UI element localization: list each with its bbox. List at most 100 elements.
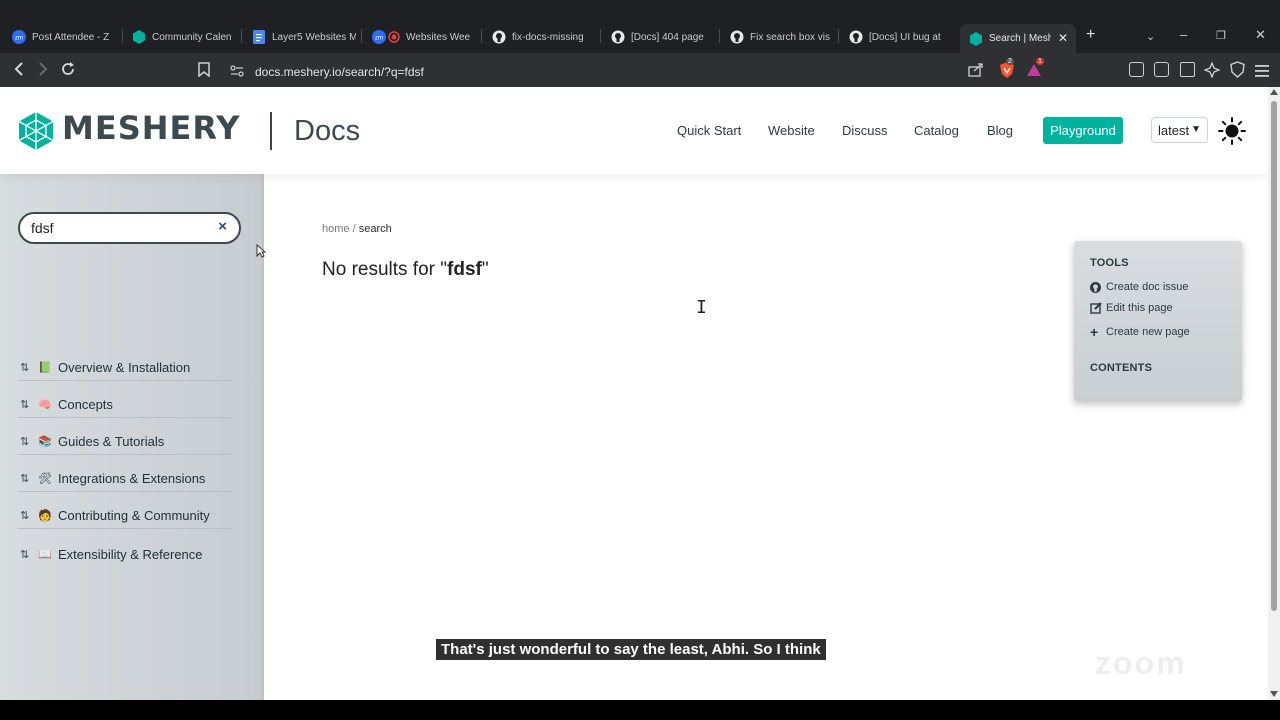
tab-search-meshery-active[interactable]: Search | Mesh ✕ (960, 24, 1076, 53)
svg-text:zm: zm (15, 36, 23, 42)
tool-link-label: Create doc issue (1106, 281, 1189, 293)
site-settings-icon[interactable] (230, 64, 244, 82)
minimize-window-button[interactable]: – (1180, 27, 1187, 42)
no-results-message: No results for "fdsf" (322, 259, 489, 281)
page-scrollbar[interactable] (1268, 87, 1280, 700)
github-icon (1090, 281, 1106, 293)
forward-arrow-icon[interactable] (36, 61, 50, 81)
nav-blog[interactable]: Blog (987, 123, 1013, 138)
address-bar[interactable]: docs.meshery.io/search/?q=fdsf 2 1 (190, 56, 1050, 84)
tab-websites-weekly[interactable]: zm Websites Wee (372, 26, 472, 48)
new-tab-button[interactable]: + (1086, 26, 1095, 44)
tool-link-label: Create new page (1106, 326, 1190, 338)
tab-title: Community Calen (152, 31, 232, 43)
breadcrumb-separator: / (352, 223, 356, 235)
expand-toggle-icon[interactable]: ⇅ (20, 398, 38, 411)
tab-separator (241, 29, 242, 43)
tab-title: Fix search box vis (750, 31, 830, 43)
extensions-icon[interactable] (1129, 62, 1144, 77)
nav-catalog[interactable]: Catalog (914, 123, 959, 138)
docs-title[interactable]: Docs (294, 115, 360, 148)
wallet-icon[interactable] (1180, 62, 1195, 77)
sidebar-item-label: Extensibility & Reference (58, 546, 203, 562)
vpn-shield-icon[interactable] (1230, 61, 1245, 83)
close-tab-icon[interactable]: ✕ (1058, 31, 1068, 45)
tab-docs-ui-bug[interactable]: [Docs] UI bug at (849, 26, 949, 48)
scroll-thumb[interactable] (1271, 101, 1277, 611)
search-query: fdsf (447, 259, 482, 280)
expand-toggle-icon[interactable]: ⇅ (20, 472, 38, 485)
scroll-up-icon[interactable] (1270, 89, 1278, 95)
breadcrumb: home / search (322, 223, 392, 235)
page-viewport: MESHERY Docs Quick Start Website Discuss… (0, 87, 1268, 700)
tab-fix-docs-missing[interactable]: fix-docs-missing (492, 26, 588, 48)
zoom-recording-icon: zm (372, 30, 400, 44)
person-icon: 🧑 (38, 510, 52, 522)
playground-button[interactable]: Playground (1043, 117, 1123, 144)
tab-search-chevron-icon[interactable]: ⌄ (1146, 30, 1155, 43)
tab-post-attendee[interactable]: zm Post Attendee - Z (12, 26, 118, 48)
expand-toggle-icon[interactable]: ⇅ (20, 509, 38, 522)
clear-search-icon[interactable]: × (218, 218, 227, 235)
back-arrow-icon[interactable] (12, 61, 26, 81)
edit-this-page-link[interactable]: Edit this page (1090, 302, 1173, 314)
nav-website[interactable]: Website (768, 123, 815, 138)
sidebar-search[interactable]: × (18, 212, 241, 244)
reload-icon[interactable] (60, 61, 76, 81)
version-select[interactable]: latest ▼ (1151, 117, 1208, 143)
theme-toggle-sun-icon[interactable] (1218, 117, 1246, 145)
sidebar-item-label: Contributing & Community (58, 508, 210, 523)
close-window-button[interactable]: ✕ (1255, 27, 1266, 43)
tools-icon: 🛠 (38, 473, 52, 485)
nav-quick-start[interactable]: Quick Start (677, 123, 741, 138)
brain-icon: 🧠 (38, 399, 52, 411)
sidebar-item-label: Integrations & Extensions (58, 471, 206, 486)
url-text[interactable]: docs.meshery.io/search/?q=fdsf (255, 65, 424, 79)
github-icon (730, 30, 744, 44)
google-docs-icon (252, 30, 266, 44)
expand-toggle-icon[interactable]: ⇅ (20, 361, 38, 374)
expand-toggle-icon[interactable]: ⇅ (20, 435, 38, 448)
restore-window-button[interactable]: ❐ (1216, 29, 1226, 42)
github-icon (849, 30, 863, 44)
sidebar-toggle-icon[interactable] (1154, 62, 1169, 77)
tab-docs-404[interactable]: [Docs] 404 page (611, 26, 711, 48)
book-icon: 📗 (38, 362, 52, 374)
sidebar-item-label: Overview & Installation (58, 360, 191, 375)
tab-title: [Docs] 404 page (631, 31, 704, 43)
zoom-caption: That's just wonderful to say the least, … (436, 639, 826, 660)
sidebar-item-overview-installation[interactable]: ⇅ 📗 Overview & Installation (18, 355, 232, 381)
docs-sidebar: × ⇅ 📗 Overview & Installation ⇅ 🧠 Concep… (0, 174, 264, 700)
sidebar-item-contributing-community[interactable]: ⇅ 🧑 Contributing & Community (18, 503, 232, 529)
chevron-down-icon: ▼ (1191, 124, 1201, 135)
logo-wordmark[interactable]: MESHERY (62, 109, 240, 147)
site-header: MESHERY Docs Quick Start Website Discuss… (0, 87, 1268, 174)
create-doc-issue-link[interactable]: Create doc issue (1090, 281, 1189, 293)
tab-community-calendar[interactable]: Community Calen (132, 26, 236, 48)
sidebar-item-concepts[interactable]: ⇅ 🧠 Concepts (18, 392, 232, 418)
menu-icon[interactable] (1255, 64, 1269, 82)
meshery-logo-icon[interactable] (16, 111, 56, 151)
tab-layer5-websites[interactable]: Layer5 Websites M (252, 26, 356, 48)
github-icon (611, 30, 625, 44)
tab-title: Layer5 Websites M (272, 31, 356, 43)
leo-ai-icon[interactable] (1203, 61, 1221, 83)
expand-toggle-icon[interactable]: ⇅ (20, 548, 38, 561)
tools-panel: TOOLS Create doc issue Edit this page + … (1074, 241, 1242, 401)
nav-discuss[interactable]: Discuss (842, 123, 888, 138)
search-input[interactable] (31, 219, 211, 237)
tab-title: Websites Wee (406, 31, 471, 43)
bookmark-icon[interactable] (198, 62, 210, 82)
contents-heading: CONTENTS (1090, 362, 1153, 374)
share-icon[interactable] (968, 63, 984, 82)
sidebar-item-integrations-extensions[interactable]: ⇅ 🛠 Integrations & Extensions (18, 466, 232, 492)
text-cursor-icon: I (696, 297, 707, 318)
sidebar-item-extensibility-reference[interactable]: ⇅ 📖 Extensibility & Reference (18, 541, 232, 567)
sidebar-item-guides-tutorials[interactable]: ⇅ 📚 Guides & Tutorials (18, 429, 232, 455)
create-new-page-link[interactable]: + Create new page (1090, 324, 1190, 340)
rewards-triangle-icon[interactable] (1026, 63, 1042, 82)
breadcrumb-home[interactable]: home (322, 223, 350, 235)
tab-fix-search-box[interactable]: Fix search box vis (730, 26, 830, 48)
scroll-down-icon[interactable] (1270, 691, 1278, 697)
zoom-icon: zm (12, 30, 26, 44)
